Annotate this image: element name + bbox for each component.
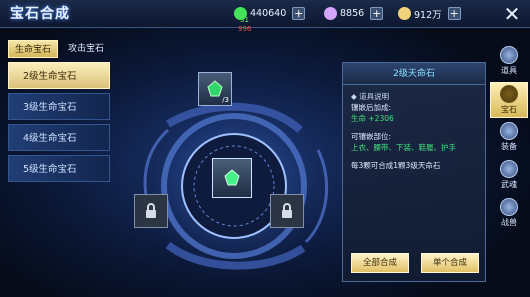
gem-nav-icon [500, 85, 518, 103]
nav-item-beast[interactable]: 战兽 [490, 196, 528, 232]
gem-type-tabs: 生命宝石 攻击宝石 [8, 40, 110, 58]
list-item-level-3[interactable]: 3级生命宝石 [8, 93, 110, 120]
close-button[interactable]: ✕ [500, 2, 524, 26]
nav-label-soul: 武魂 [501, 180, 517, 189]
synthesis-area: /3 [128, 62, 340, 294]
gem-value: 8856 [340, 8, 365, 19]
section-title: ◆ 道具说明 [351, 92, 390, 101]
locked-slot-right [270, 194, 304, 228]
small-red-text: 996 [238, 25, 252, 33]
lock-icon [282, 203, 292, 218]
gem-icon [224, 169, 240, 186]
nav-label-props: 道具 [501, 66, 517, 75]
resource-coin: 912万 + [398, 6, 461, 21]
equipment-icon [500, 122, 518, 140]
page-title: 宝石合成 [10, 6, 70, 22]
panel-title: 2级天命石 [343, 63, 485, 85]
resource-diamond: 440640 + [234, 6, 306, 21]
recipe-text: 每3颗可合成1颗3级天命石 [351, 161, 441, 170]
nav-label-equipment: 装备 [501, 142, 517, 151]
beast-icon [500, 198, 518, 216]
gem-level-list: 2级生命宝石 3级生命宝石 4级生命宝石 5级生命宝石 [8, 62, 110, 186]
nav-label-beast: 战兽 [501, 218, 517, 227]
embed-label: 镶嵌后加成: [351, 103, 392, 112]
right-side-nav: 道具 宝石 装备 武魂 战兽 [490, 44, 528, 234]
props-icon [500, 46, 518, 64]
add-gem-button[interactable]: + [370, 7, 384, 20]
item-info-panel: 2级天命石 ◆ 道具说明 镶嵌后加成: 生命 +2306 可镶嵌部位: 上衣、腰… [342, 62, 486, 282]
synthesize-all-button[interactable]: 全部合成 [351, 253, 409, 273]
diamond-value: 440640 [250, 8, 287, 19]
parts-value: 上衣、腰带、下装、鞋履、护手 [351, 143, 456, 152]
resource-gem: 8856 + [324, 6, 384, 21]
nav-item-gem[interactable]: 宝石 [490, 82, 528, 118]
tab-life-gem[interactable]: 生命宝石 [8, 40, 59, 58]
coin-icon [398, 7, 411, 20]
embed-value: 生命 +2306 [351, 114, 394, 123]
nav-item-equipment[interactable]: 装备 [490, 120, 528, 156]
gem-icon [324, 7, 337, 20]
list-item-level-5[interactable]: 5级生命宝石 [8, 155, 110, 182]
lock-icon [146, 203, 156, 218]
soul-icon [500, 160, 518, 178]
coin-value: 912万 [414, 9, 442, 21]
add-diamond-button[interactable]: + [292, 7, 306, 20]
source-gem-count: /3 [222, 96, 229, 104]
source-gem-slot[interactable]: /3 [198, 72, 232, 106]
tab-attack-gem[interactable]: 攻击宝石 [62, 40, 110, 58]
diamond-icon [234, 7, 247, 20]
list-item-level-4[interactable]: 4级生命宝石 [8, 124, 110, 151]
panel-content: ◆ 道具说明 镶嵌后加成: 生命 +2306 可镶嵌部位: 上衣、腰带、下装、鞋… [343, 85, 485, 177]
list-item-level-2[interactable]: 2级生命宝石 [8, 62, 110, 89]
add-coin-button[interactable]: + [447, 7, 461, 20]
nav-item-props[interactable]: 道具 [490, 44, 528, 80]
nav-item-soul[interactable]: 武魂 [490, 158, 528, 194]
synthesize-one-button[interactable]: 单个合成 [421, 253, 479, 273]
nav-label-gem: 宝石 [501, 105, 517, 114]
parts-label: 可镶嵌部位: [351, 132, 392, 141]
result-gem-slot[interactable] [212, 158, 252, 198]
close-icon: ✕ [503, 2, 521, 26]
locked-slot-left [134, 194, 168, 228]
